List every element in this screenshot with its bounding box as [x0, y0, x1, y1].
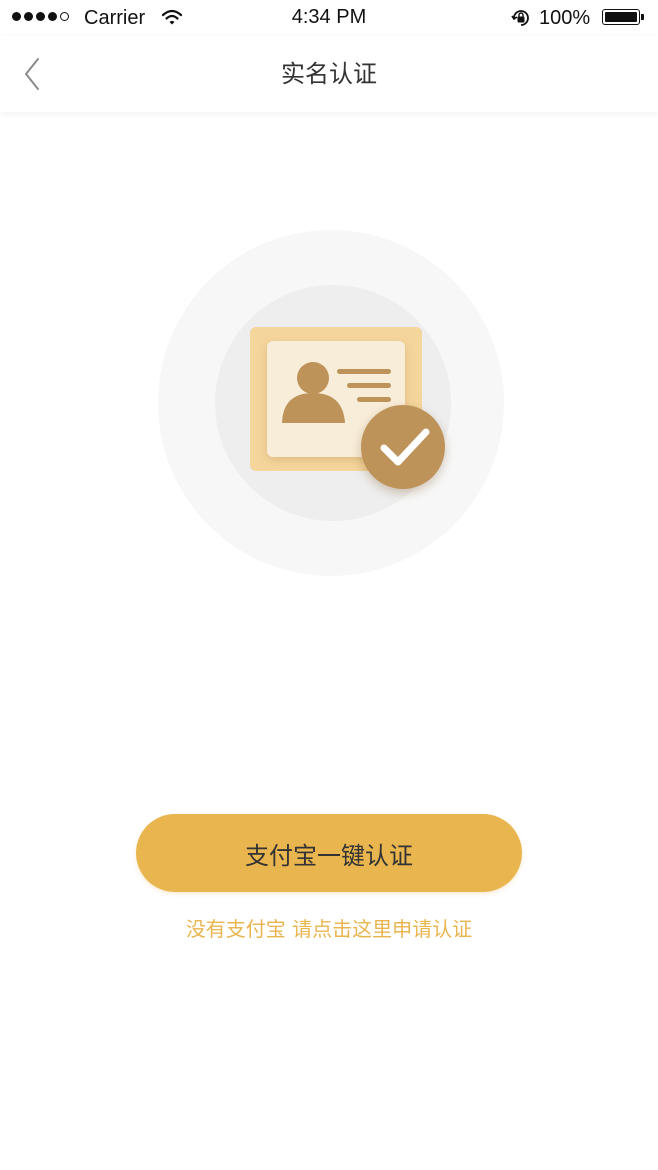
battery-percentage: 100%: [539, 7, 591, 29]
apply-verification-link[interactable]: 没有支付宝 请点击这里申请认证: [0, 914, 658, 944]
status-bar: Carrier 4:34 PM 100%: [0, 0, 658, 36]
page-title: 实名认证: [281, 60, 377, 88]
id-card-verified-icon: [158, 230, 504, 576]
rotation-lock-icon: [511, 10, 529, 26]
alipay-verify-button[interactable]: 支付宝一键认证: [136, 814, 522, 892]
battery-icon: [602, 9, 644, 25]
navigation-bar: 实名认证: [0, 36, 658, 112]
